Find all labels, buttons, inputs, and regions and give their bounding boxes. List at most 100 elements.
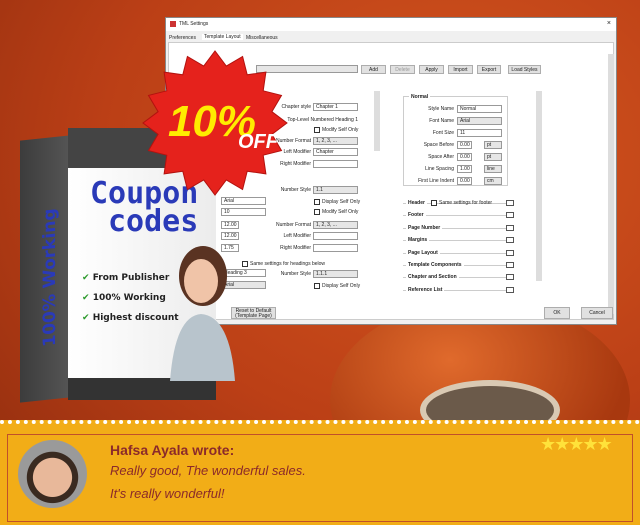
unit-dropdown[interactable]: pt — [484, 141, 502, 149]
label: Display Self Only — [322, 283, 361, 289]
expand-toggle-icon[interactable] — [506, 286, 514, 293]
load-styles-button[interactable]: Load Styles — [508, 65, 541, 74]
cancel-button[interactable]: Cancel — [581, 307, 613, 319]
expand-toggle-icon[interactable] — [506, 200, 514, 206]
dialog-scrollbar[interactable] — [608, 54, 614, 314]
tab-template-layout[interactable]: Template Layout — [202, 34, 243, 40]
review-text-line1: Really good, The wonderful sales. — [110, 463, 306, 478]
label: Display Self Only — [322, 199, 361, 205]
space-before-input[interactable]: 12.00 — [221, 221, 239, 229]
left-modifier-input[interactable]: Chapter — [313, 148, 358, 156]
label: Font Name — [429, 118, 454, 124]
reviewer-avatar — [18, 440, 87, 508]
app-icon — [170, 21, 176, 27]
window-title: TML Settings — [179, 21, 209, 27]
expand-toggle-icon[interactable] — [506, 224, 514, 231]
support-agent-image — [170, 246, 235, 381]
label: First Line Indent — [418, 178, 454, 184]
display-self-only-checkbox-3[interactable] — [314, 283, 320, 289]
expand-toggle-icon[interactable] — [506, 262, 514, 268]
box-side: 100% Working — [20, 135, 70, 403]
export-button[interactable]: Export — [477, 65, 501, 74]
section-title: Chapter and Section — [406, 274, 459, 282]
label: Space After — [428, 154, 454, 160]
normal-field-input[interactable]: Normal — [457, 105, 502, 113]
tab-miscellaneous[interactable]: Miscellaneous — [246, 35, 278, 41]
review-text-line2: It's really wonderful! — [110, 486, 225, 501]
label: Font Size — [432, 130, 454, 136]
feature-label: 100% Working — [92, 293, 166, 303]
label: Right Modifier — [280, 245, 311, 251]
tab-preferences[interactable]: Preferences — [169, 35, 196, 41]
label: Same settings for footer — [439, 200, 493, 206]
number-format-dropdown-2[interactable]: 1, 2, 3, ... — [313, 221, 358, 229]
section-title: Template Components — [406, 262, 464, 269]
normal-field-input[interactable]: 11 — [457, 129, 502, 137]
label: Style Name — [428, 106, 454, 112]
left-modifier-input-2[interactable] — [313, 232, 358, 240]
expand-toggle-icon[interactable] — [506, 212, 514, 219]
label: Modify Self Only — [322, 127, 359, 133]
modify-self-only-checkbox[interactable] — [314, 127, 320, 133]
expand-toggle-icon[interactable] — [506, 274, 514, 281]
apply-button[interactable]: Apply — [419, 65, 444, 74]
normal-field-input[interactable]: Arial — [457, 117, 502, 125]
section-title: Margins — [406, 237, 430, 245]
delete-button[interactable]: Delete — [390, 65, 415, 74]
section-title: Footer — [406, 212, 426, 220]
reviewer-name: Hafsa Ayala wrote: — [110, 442, 235, 458]
reset-default-button[interactable]: Reset to Default (Template Page) — [231, 307, 276, 319]
same-settings-below-checkbox[interactable] — [242, 261, 248, 267]
check-icon: ✔ — [82, 313, 90, 323]
expand-toggle-icon[interactable] — [506, 249, 514, 256]
feature-item: ✔ 100% Working — [82, 293, 166, 303]
same-footer-checkbox[interactable] — [431, 200, 437, 206]
normal-field-input[interactable]: 1.00 — [457, 165, 472, 173]
unit-dropdown[interactable]: line — [484, 165, 502, 173]
label: Modify Self Only — [322, 209, 359, 215]
label: Left Modifier — [283, 233, 311, 239]
number-style-input[interactable]: 1.1 — [313, 186, 358, 194]
discount-badge: 10% OFF — [142, 50, 288, 196]
normal-group-title: Normal — [409, 94, 431, 101]
number-format-dropdown[interactable]: 1, 2, 3, ... — [313, 137, 358, 145]
expand-toggle-icon[interactable] — [506, 237, 514, 244]
label: Same settings for headings below — [250, 261, 326, 267]
label: Space Before — [423, 142, 454, 148]
side-text: 100% Working — [40, 207, 60, 348]
right-scrollbar[interactable] — [536, 91, 542, 281]
section-title: Reference List — [406, 286, 445, 294]
feature-label: From Publisher — [92, 273, 170, 283]
section-title: Header — [406, 200, 427, 207]
modify-self-only-checkbox-2[interactable] — [314, 209, 320, 215]
unit-dropdown[interactable]: pt — [484, 153, 502, 161]
right-modifier-input-2[interactable] — [313, 244, 358, 252]
rating-stars-icon: ★★★★★ — [540, 434, 613, 454]
check-icon: ✔ — [82, 273, 90, 283]
title-bar: TML Settings × — [166, 18, 616, 31]
normal-field-input[interactable]: 0.00 — [457, 177, 472, 185]
check-icon: ✔ — [82, 293, 90, 303]
panel-scrollbar[interactable] — [374, 91, 380, 151]
label: Line Spacing — [425, 166, 454, 172]
size-dropdown[interactable]: 10 — [221, 208, 266, 216]
section-title: Page Number — [406, 224, 443, 232]
normal-field-input[interactable]: 0.00 — [457, 141, 472, 149]
import-button[interactable]: Import — [448, 65, 473, 74]
close-button[interactable]: × — [607, 20, 611, 27]
display-self-only-checkbox[interactable] — [314, 199, 320, 205]
chapter-style-input[interactable]: Chapter 1 — [313, 103, 358, 111]
codes-line: codes — [108, 204, 199, 239]
ok-button[interactable]: OK — [544, 307, 570, 319]
feature-item: ✔ From Publisher — [82, 273, 169, 283]
font-dropdown[interactable]: Arial — [221, 197, 266, 205]
badge-off: OFF — [238, 131, 279, 153]
section-title: Page Layout — [406, 249, 440, 257]
unit-dropdown[interactable]: cm — [484, 177, 502, 185]
right-modifier-input[interactable] — [313, 160, 358, 168]
number-style-input-3[interactable]: 1.1.1 — [313, 270, 358, 278]
box-bottom — [68, 378, 216, 400]
add-button[interactable]: Add — [361, 65, 386, 74]
label: Number Format — [275, 222, 311, 228]
normal-field-input[interactable]: 0.00 — [457, 153, 472, 161]
